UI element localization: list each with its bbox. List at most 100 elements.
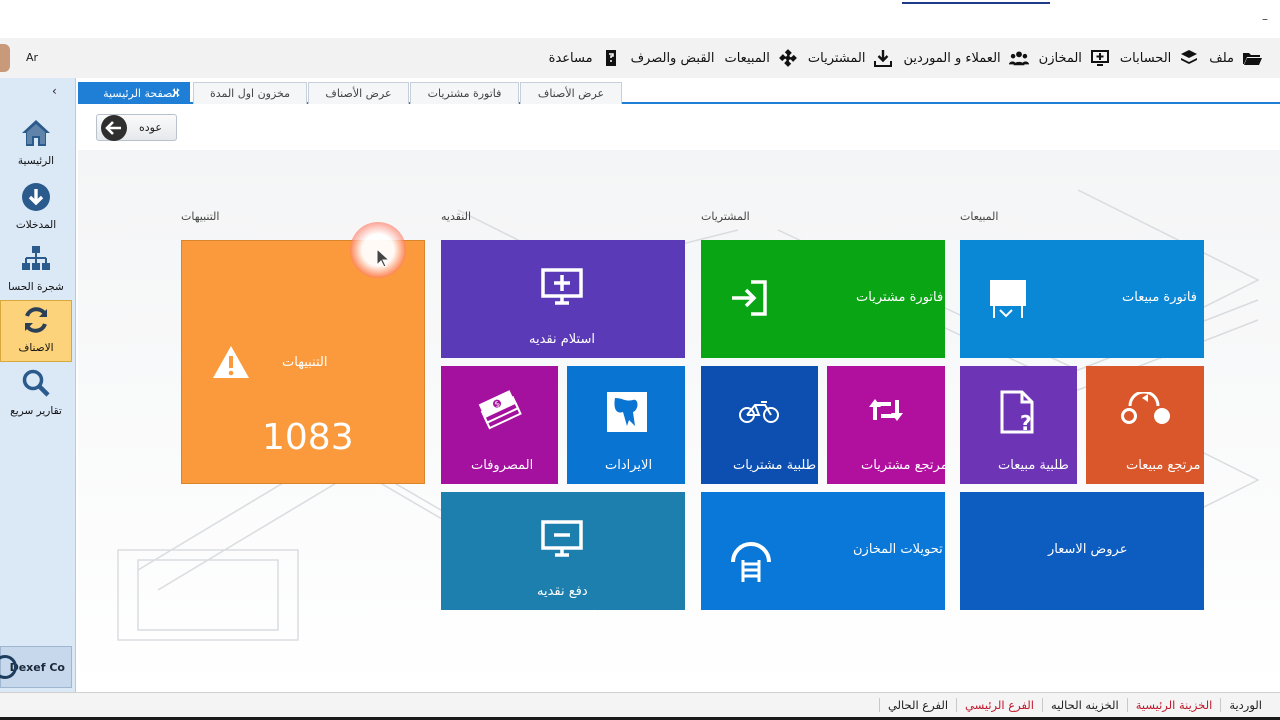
company-logo-icon bbox=[0, 655, 17, 679]
tile-warehouse-transfers[interactable]: تحويلات المخازن bbox=[701, 492, 945, 610]
tile-expenses[interactable]: $ المصروفات bbox=[441, 366, 558, 484]
menu-file[interactable]: ملف bbox=[1209, 48, 1262, 68]
status-main-treasury: الخزينة الرئيسية bbox=[1126, 698, 1221, 712]
tile-cash-receive[interactable]: استلام نقديه bbox=[441, 240, 685, 358]
sidebar-item-quick-reports[interactable]: تقارير سريع bbox=[0, 364, 72, 426]
sidebar-item-accounts-tree-label: شجرة الحسا bbox=[8, 281, 64, 293]
tile-sales-order-label: طلبية مبيعات bbox=[998, 458, 1069, 473]
tile-sales-return[interactable]: مرتجع مبيعات bbox=[1086, 366, 1204, 484]
menu-purchases-label: المشتريات bbox=[807, 50, 866, 66]
users-icon bbox=[1008, 48, 1029, 68]
language-indicator[interactable]: Ar bbox=[26, 51, 38, 64]
tab-opening-stock[interactable]: مخزون اول المدة bbox=[193, 82, 307, 104]
menu-purchases[interactable]: المشتريات bbox=[808, 48, 894, 68]
download-icon bbox=[873, 48, 893, 68]
tile-price-quotes[interactable]: عروض الاسعار bbox=[960, 492, 1204, 610]
arrow-left-icon bbox=[101, 114, 127, 141]
sign-in-icon bbox=[729, 278, 769, 321]
warning-icon bbox=[212, 345, 250, 382]
sidebar-item-home-label: الرئيسية bbox=[17, 155, 55, 167]
sidebar-item-home[interactable]: الرئيسية bbox=[0, 114, 72, 176]
svg-text:?: ? bbox=[1020, 411, 1032, 435]
railway-tunnel-icon bbox=[729, 538, 773, 587]
menu-items: ملف الحسابات المخازن العملاء و الموردين … bbox=[549, 38, 1262, 78]
sidebar-item-quick-reports-label: تقارير سريع bbox=[10, 405, 62, 417]
tile-purchase-order[interactable]: طلبية مشتريات bbox=[701, 366, 818, 484]
tab-strip: ✕ الصفحة الرئيسية مخزون اول المدة عرض ال… bbox=[78, 80, 1280, 104]
help-book-icon bbox=[601, 48, 621, 68]
puzzle-icon bbox=[778, 48, 798, 68]
menu-customers-suppliers[interactable]: العملاء و الموردين bbox=[903, 48, 1029, 68]
menu-file-label: ملف bbox=[1209, 50, 1234, 66]
tile-alerts-label: التنبيهات bbox=[282, 355, 328, 370]
tab-purchase-invoice-label: فاتورة مشتريات bbox=[427, 87, 502, 100]
menu-warehouses-label: المخازن bbox=[1038, 50, 1082, 66]
tile-cash-pay-label: دفع نقديه bbox=[537, 584, 588, 599]
tab-view-items-label: عرض الأصناف bbox=[325, 87, 392, 100]
section-title-alerts: التنبيهات bbox=[181, 210, 220, 223]
back-button-label: عوده bbox=[139, 121, 162, 134]
tab-home[interactable]: ✕ الصفحة الرئيسية bbox=[78, 82, 190, 104]
tile-alerts[interactable]: التنبيهات 1083 bbox=[181, 240, 425, 484]
search-icon bbox=[21, 368, 51, 401]
tile-revenues[interactable]: الايرادات bbox=[567, 366, 685, 484]
tab-view-items-2[interactable]: عرض الأصناف bbox=[520, 82, 622, 104]
retweet-icon bbox=[867, 396, 905, 427]
tile-cash-pay[interactable]: دفع نقديه bbox=[441, 492, 685, 610]
bicycle-icon bbox=[739, 400, 779, 427]
status-current-treasury: الخزينه الحاليه bbox=[1042, 698, 1127, 712]
tab-purchase-invoice[interactable]: فاتورة مشتريات bbox=[410, 82, 519, 104]
home-icon bbox=[20, 118, 52, 151]
tile-expenses-label: المصروفات bbox=[471, 458, 534, 473]
tile-purchase-return[interactable]: مرتجع مشتريات bbox=[827, 366, 945, 484]
main-content: عوده التنبيهات النقديه المشتريات المبيعا… bbox=[78, 106, 1280, 688]
sidebar-collapse-button[interactable]: ‹ bbox=[52, 84, 57, 98]
window-title-highlight bbox=[902, 2, 1050, 4]
tab-view-items[interactable]: عرض الأصناف bbox=[308, 82, 409, 104]
tile-price-quotes-label: عروض الاسعار bbox=[1048, 542, 1128, 557]
billboard-icon bbox=[988, 278, 1028, 323]
folder-open-icon bbox=[1242, 48, 1262, 68]
tile-sales-return-label: مرتجع مبيعات bbox=[1126, 458, 1201, 473]
sidebar-item-accounts-tree[interactable]: شجرة الحسا bbox=[0, 240, 72, 302]
money-stack-icon: $ bbox=[477, 388, 523, 435]
menu-receipts-payments-label: القبض والصرف bbox=[630, 50, 715, 66]
tile-cash-receive-label: استلام نقديه bbox=[529, 332, 595, 347]
menu-bar: Ar ملف الحسابات المخازن العملاء و المورد… bbox=[0, 38, 1280, 78]
tile-sales-invoice[interactable]: فاتورة مبيعات bbox=[960, 240, 1204, 358]
status-shift: الوردية bbox=[1220, 698, 1270, 712]
tile-warehouse-transfers-label: تحويلات المخازن bbox=[853, 542, 943, 557]
close-icon[interactable]: ✕ bbox=[171, 86, 181, 100]
menu-accounts[interactable]: الحسابات bbox=[1120, 48, 1199, 68]
tile-sales-invoice-label: فاتورة مبيعات bbox=[1122, 290, 1198, 305]
avatar[interactable] bbox=[0, 44, 10, 72]
status-main-branch: الفرع الرئيسي bbox=[956, 698, 1042, 712]
tile-revenues-label: الايرادات bbox=[605, 458, 653, 473]
menu-warehouses[interactable]: المخازن bbox=[1039, 48, 1110, 68]
revenue-box-icon bbox=[605, 390, 649, 437]
menu-sales[interactable]: المبيعات bbox=[724, 48, 797, 68]
section-title-purchases: المشتريات bbox=[701, 210, 750, 223]
status-bar: الوردية الخزينة الرئيسية الخزينه الحاليه… bbox=[0, 692, 1280, 720]
menu-help-label: مساعدة bbox=[548, 50, 593, 66]
tile-purchase-invoice[interactable]: فاتورة مشتريات bbox=[701, 240, 945, 358]
layers-icon bbox=[1179, 48, 1199, 68]
minimize-button[interactable]: – bbox=[1262, 12, 1268, 26]
arrow-down-circle-icon bbox=[21, 182, 51, 215]
back-button[interactable]: عوده bbox=[96, 114, 177, 141]
refresh-icon bbox=[21, 305, 51, 338]
monitor-plus-icon bbox=[1090, 48, 1110, 68]
sitemap-icon bbox=[21, 244, 51, 277]
menu-customers-suppliers-label: العملاء و الموردين bbox=[903, 50, 1001, 66]
section-title-cash: النقديه bbox=[441, 210, 472, 223]
menu-accounts-label: الحسابات bbox=[1119, 50, 1172, 66]
menu-receipts-payments[interactable]: القبض والصرف bbox=[631, 51, 715, 66]
section-title-sales: المبيعات bbox=[960, 210, 999, 223]
sidebar-item-inputs[interactable]: المدخلات bbox=[0, 178, 72, 240]
company-brand: Dexef Co bbox=[0, 646, 72, 688]
tile-sales-order[interactable]: ? طلبية مبيعات bbox=[960, 366, 1077, 484]
sidebar-item-items[interactable]: الاصناف bbox=[0, 300, 72, 362]
window-top-strip: – bbox=[0, 0, 1280, 38]
cursor-highlight bbox=[350, 222, 406, 278]
menu-help[interactable]: مساعدة bbox=[549, 48, 621, 68]
